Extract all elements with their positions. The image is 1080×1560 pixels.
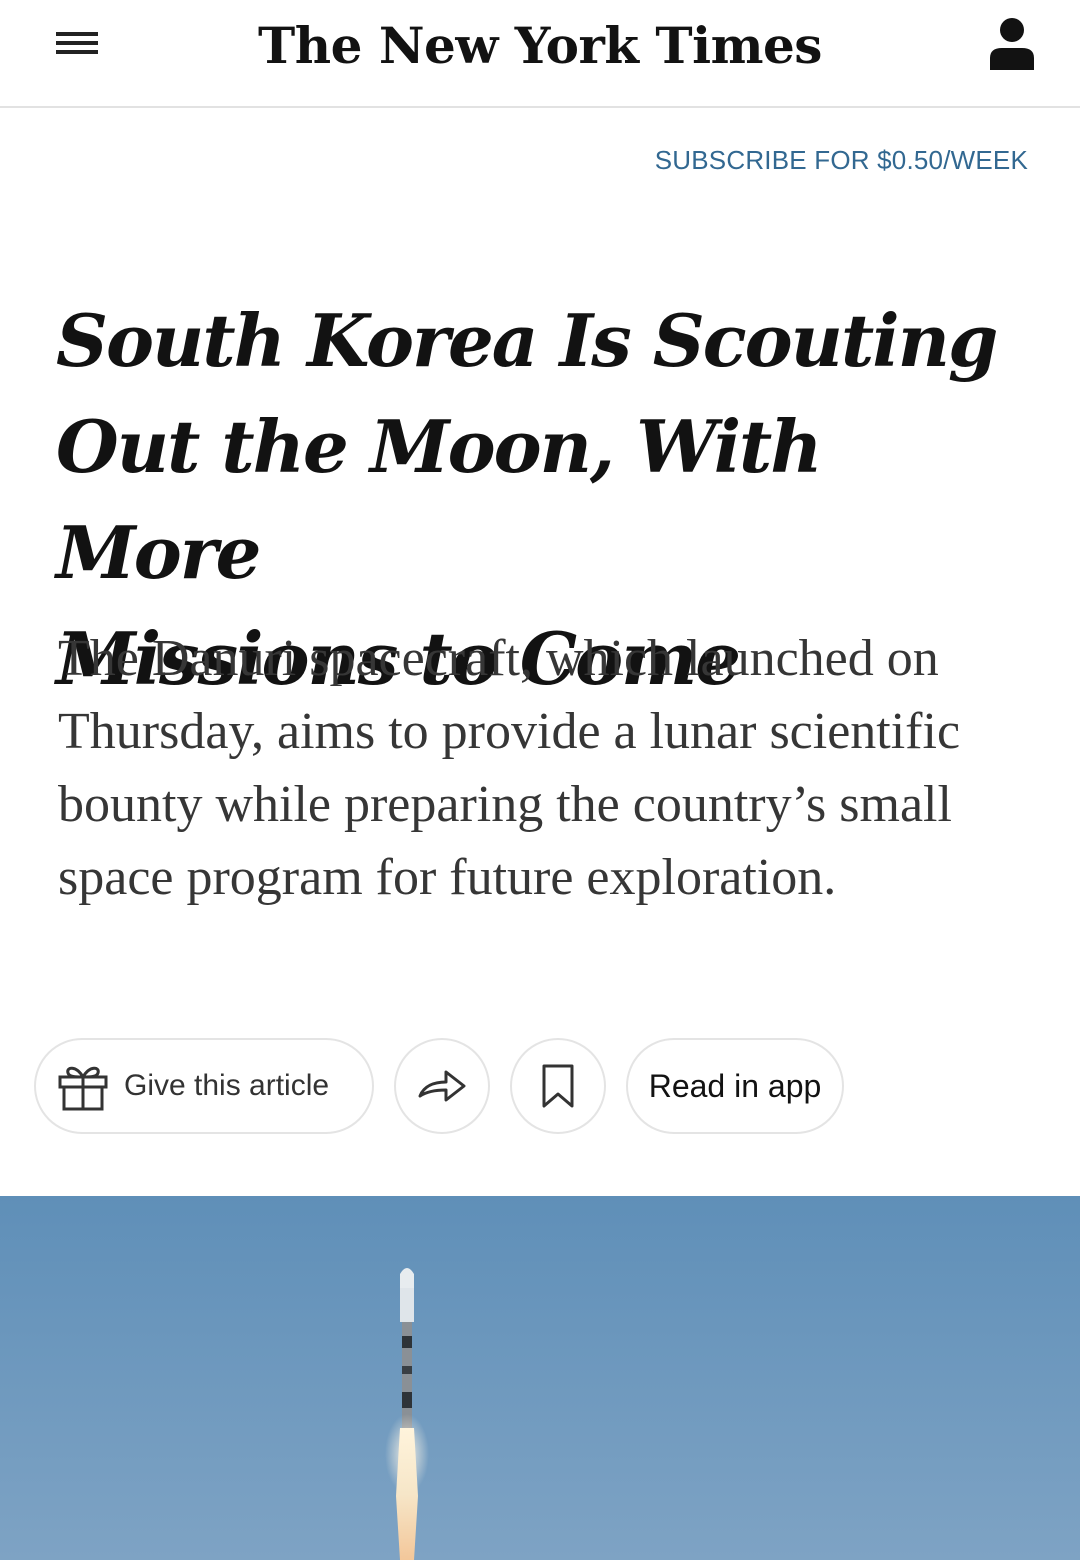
- read-in-app-button[interactable]: Read in app: [626, 1038, 844, 1134]
- hamburger-menu-button[interactable]: [52, 24, 104, 64]
- share-button[interactable]: [394, 1038, 490, 1134]
- masthead: The New York Times: [0, 0, 1080, 108]
- gift-icon: [58, 1066, 108, 1111]
- rocket-launch-photo: [0, 1196, 1080, 1560]
- account-button[interactable]: [982, 12, 1042, 76]
- save-bookmark-button[interactable]: [510, 1038, 606, 1134]
- hamburger-menu-icon: [56, 32, 98, 54]
- headline-line: South Korea Is Scouting: [56, 298, 998, 383]
- give-article-button[interactable]: Give this article: [34, 1038, 374, 1134]
- article-page: The New York Times SUBSCRIBE FOR $0.50/W…: [0, 0, 1080, 1560]
- rocket-exhaust: [396, 1428, 418, 1560]
- bookmark-icon: [542, 1064, 574, 1108]
- lead-image[interactable]: [0, 1196, 1080, 1560]
- share-arrow-icon: [418, 1070, 466, 1102]
- rocket: [400, 1268, 414, 1428]
- read-in-app-label: Read in app: [648, 1067, 822, 1104]
- user-account-icon: [990, 18, 1034, 70]
- article-tools: Give this article Read in app: [34, 1038, 1034, 1134]
- give-article-label: Give this article: [124, 1069, 330, 1102]
- article-summary: The Danuri spacecraft, which launched on…: [58, 630, 961, 906]
- headline-line: Out the Moon, With More: [56, 404, 823, 595]
- nyt-logo[interactable]: The New York Times: [160, 6, 920, 86]
- subscribe-link[interactable]: SUBSCRIBE FOR $0.50/WEEK: [655, 144, 1028, 176]
